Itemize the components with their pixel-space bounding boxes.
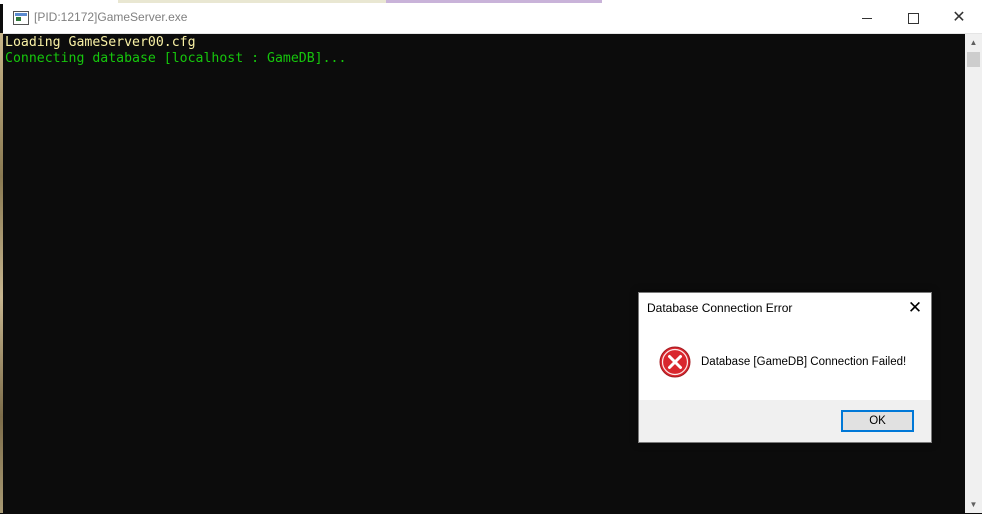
dialog-title: Database Connection Error: [647, 301, 793, 315]
close-icon: ✕: [907, 298, 923, 317]
close-icon: ✕: [952, 9, 966, 26]
error-dialog: Database Connection Error ✕ Database [Ga…: [638, 292, 932, 443]
maximize-icon: [907, 12, 919, 24]
scroll-down-arrow-icon[interactable]: ▼: [965, 496, 982, 513]
vertical-scrollbar[interactable]: ▲ ▼: [965, 34, 982, 513]
console-line-connecting: Connecting database [localhost : GameDB]…: [5, 51, 347, 66]
dialog-footer: OK: [639, 400, 931, 442]
scroll-thumb[interactable]: [967, 52, 980, 67]
error-icon: [659, 346, 691, 378]
dialog-message: Database [GameDB] Connection Failed!: [701, 356, 907, 368]
maximize-button[interactable]: [890, 3, 936, 33]
console-line-loading: Loading GameServer00.cfg: [5, 35, 196, 50]
console-app-icon[interactable]: [13, 11, 29, 25]
close-button[interactable]: ✕: [936, 3, 982, 33]
window-title: [PID:12172]GameServer.exe: [34, 10, 188, 24]
ok-button[interactable]: OK: [841, 410, 914, 432]
window-titlebar[interactable]: [PID:12172]GameServer.exe ✕: [3, 3, 982, 34]
dialog-close-button[interactable]: ✕: [899, 293, 931, 323]
scroll-up-arrow-icon[interactable]: ▲: [965, 34, 982, 51]
minimize-icon: [862, 17, 872, 19]
minimize-button[interactable]: [844, 3, 890, 33]
